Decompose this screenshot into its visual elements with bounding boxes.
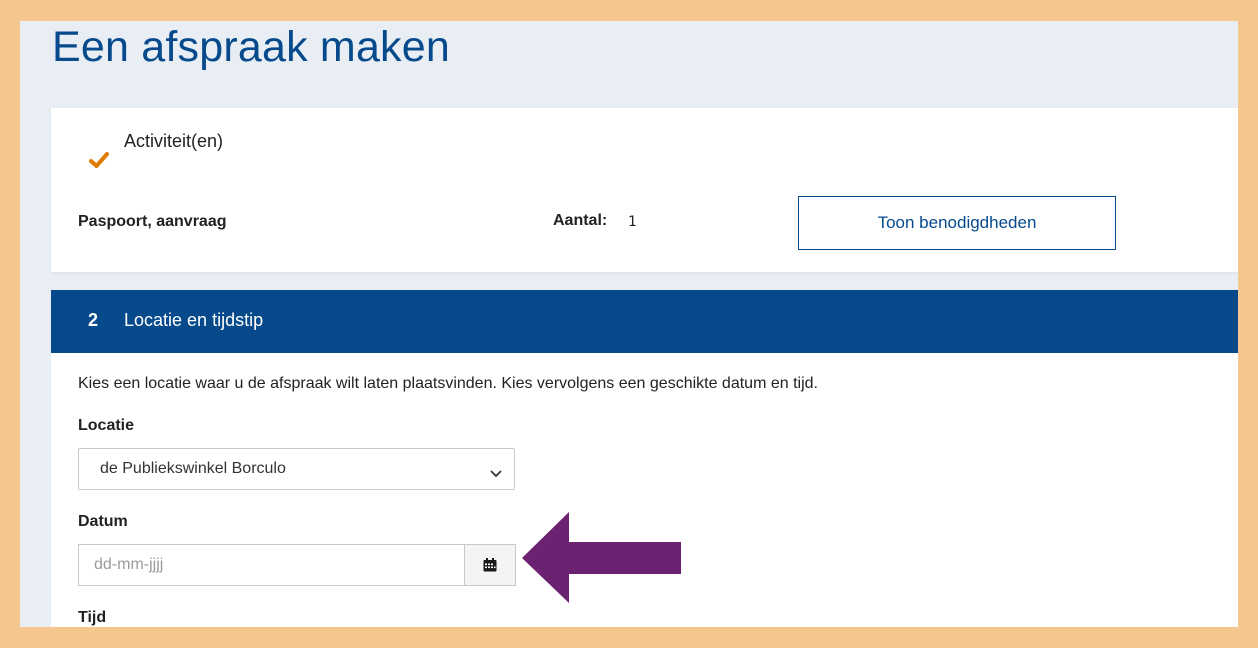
activity-name: Paspoort, aanvraag [78, 213, 227, 230]
activities-heading: Activiteit(en) [124, 131, 224, 151]
page-title: Een afspraak maken [52, 23, 450, 71]
count-value: 1 [628, 214, 637, 230]
location-selected-value: de Publiekswinkel Borculo [100, 460, 286, 477]
calendar-icon [483, 558, 497, 572]
location-select[interactable]: de Publiekswinkel Borculo [78, 448, 515, 490]
step-number: 2 [88, 310, 99, 330]
location-label: Locatie [78, 417, 135, 434]
date-placeholder: dd-mm-jjjj [94, 556, 164, 573]
time-label: Tijd [78, 609, 107, 626]
date-label: Datum [78, 513, 128, 530]
section-title: Locatie en tijdstip [124, 310, 264, 330]
show-requirements-button[interactable]: Toon benodigdheden [798, 196, 1116, 250]
calendar-button[interactable] [464, 545, 515, 585]
activities-card: Activiteit(en) Paspoort, aanvraag Aantal… [51, 108, 1238, 272]
chevron-down-icon [490, 465, 502, 483]
check-icon [89, 152, 109, 173]
date-input[interactable]: dd-mm-jjjj [78, 544, 516, 586]
count-label: Aantal: [553, 212, 608, 229]
section-intro: Kies een locatie waar u de afspraak wilt… [78, 375, 818, 392]
section-header: 2 Locatie en tijdstip [51, 290, 1238, 353]
arrow-left-icon [520, 512, 685, 609]
